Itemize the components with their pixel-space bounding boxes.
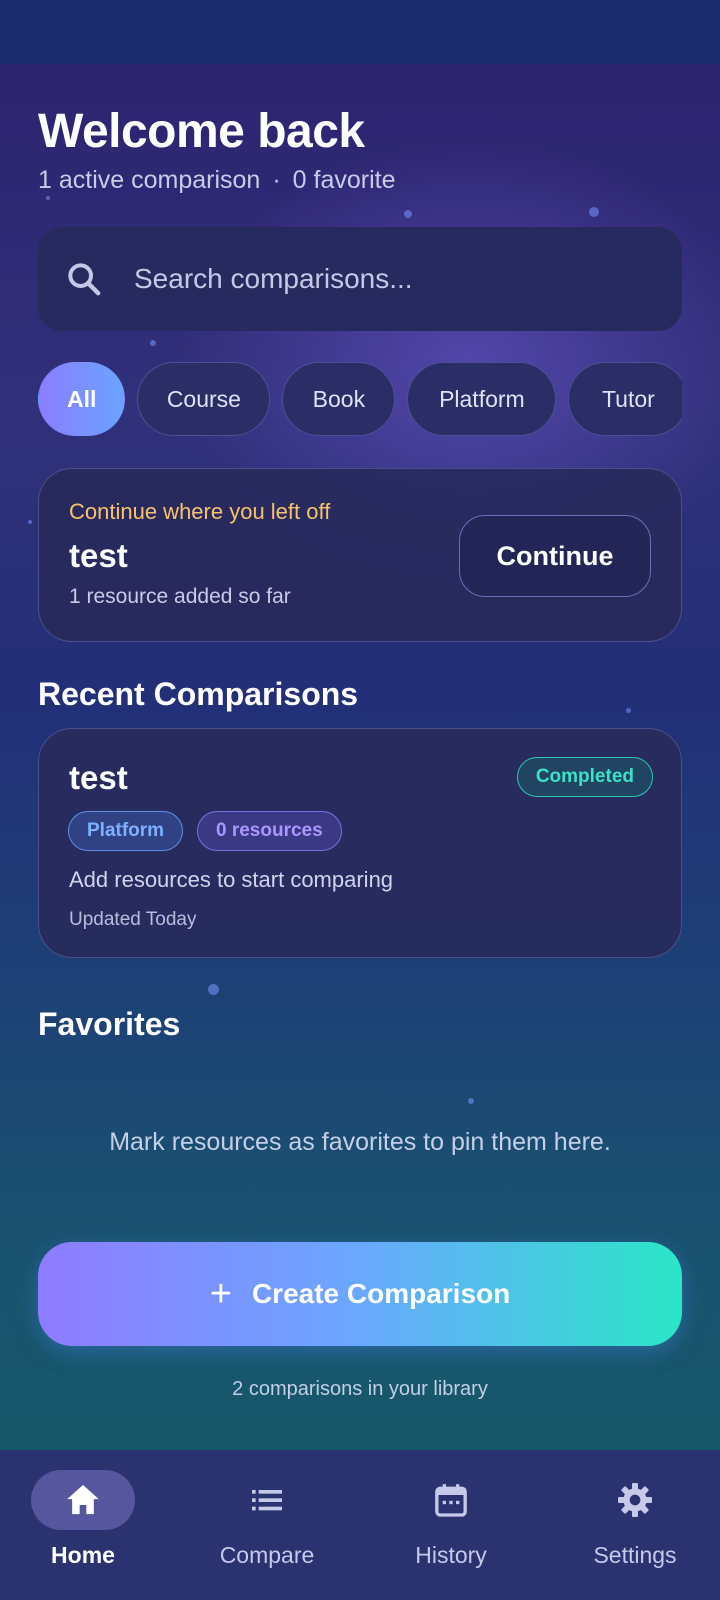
continue-meta: 1 resource added so far [69,585,291,608]
nav-history-label: History [415,1542,487,1568]
create-comparison-button[interactable]: + Create Comparison [38,1242,682,1346]
category-tag: Platform [68,811,184,851]
continue-button[interactable]: Continue [459,515,651,597]
nav-settings-label: Settings [593,1542,677,1568]
page-title: Welcome back [38,105,365,158]
continue-comparison-name: test [69,537,128,574]
calendar-icon [435,1484,467,1517]
comparison-name: test [69,759,128,796]
filter-chip-all[interactable]: All [38,362,126,436]
nav-home[interactable]: Home [13,1470,153,1580]
active-count: 1 active comparison [38,166,261,194]
separator: · [272,166,281,194]
summary-line: 1 active comparison · 0 favorite [38,166,396,195]
gear-icon [618,1483,652,1517]
comparison-description: Add resources to start comparing [69,867,394,892]
nav-home-label: Home [51,1542,115,1568]
status-badge: Completed [516,757,653,797]
filter-chip-platform[interactable]: Platform [407,362,557,436]
nav-history[interactable]: History [381,1470,521,1580]
favorites-empty-message: Mark resources as favorites to pin them … [109,1128,611,1156]
nav-compare[interactable]: Compare [197,1470,337,1580]
search-bar[interactable] [38,227,682,331]
search-input[interactable] [134,263,682,295]
search-icon [68,263,101,296]
continue-kicker: Continue where you left off [69,499,331,524]
filter-chip-course[interactable]: Course [137,362,271,436]
library-count: 2 comparisons in your library [232,1378,488,1400]
nav-settings[interactable]: Settings [565,1470,705,1580]
continue-card[interactable]: Continue where you left off test 1 resou… [38,468,682,642]
status-bar [0,0,720,64]
recent-section-title: Recent Comparisons [38,676,359,712]
filter-chip-book[interactable]: Book [282,362,396,436]
list-icon [252,1490,282,1511]
bottom-navigation: Home Compare History Settings [0,1450,720,1600]
favorite-count: 0 favorite [292,166,396,194]
nav-compare-label: Compare [219,1542,315,1568]
create-comparison-label: Create Comparison [251,1278,511,1309]
filter-chips: All Course Book Platform Tutor [38,362,682,438]
favorites-section-title: Favorites [38,1006,181,1042]
comparison-card[interactable]: test Completed Platform 0 resources Add … [38,728,682,958]
filter-chip-tutor[interactable]: Tutor [568,362,682,436]
resources-count-tag: 0 resources [197,811,342,851]
plus-icon: + [209,1273,232,1315]
home-icon [67,1485,99,1515]
updated-timestamp: Updated Today [69,909,197,930]
